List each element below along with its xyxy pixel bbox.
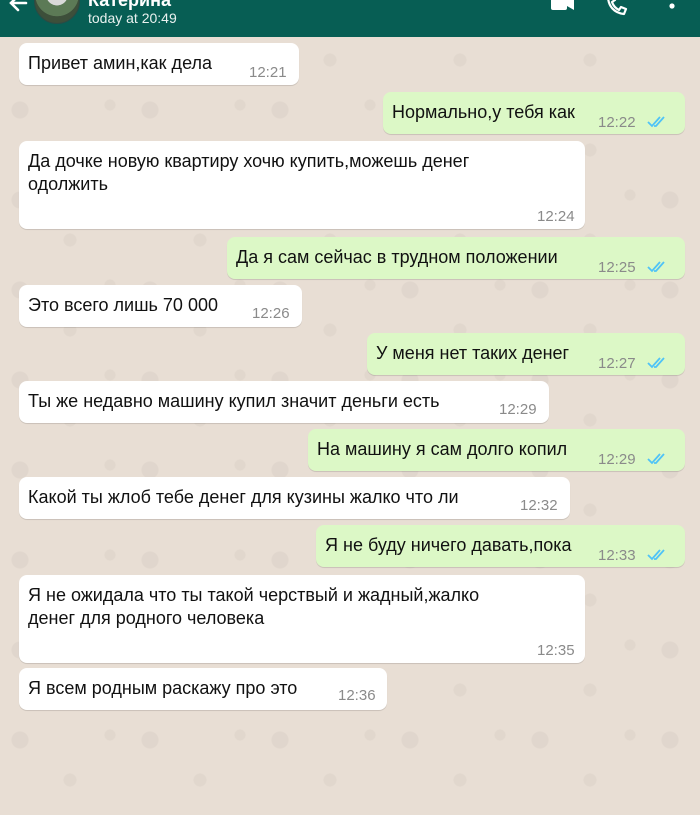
message-bubble-incoming[interactable]: Я всем родным раскажу про это 12:36 (19, 668, 387, 710)
message-bubble-outgoing[interactable]: Да я сам сейчас в трудном положении 12:2… (227, 237, 685, 279)
video-call-icon[interactable] (548, 0, 576, 22)
message-time: 12:24 (537, 208, 575, 225)
message-bubble-outgoing[interactable]: Я не буду ничего давать,пока 12:33 (316, 525, 685, 567)
chat-header: Катерина today at 20:49 (0, 0, 700, 37)
message-time: 12:29 (499, 401, 537, 418)
message-text: На машину я сам долго копил (317, 439, 568, 459)
message-text: Это всего лишь 70 000 (28, 295, 218, 315)
back-arrow-icon[interactable] (4, 0, 34, 18)
message-text: Я не буду ничего давать,пока (325, 535, 572, 555)
message-time: 12:35 (537, 642, 575, 659)
message-bubble-outgoing[interactable]: У меня нет таких денег 12:27 (367, 333, 685, 375)
message-text: Да дочке новую квартиру хочю купить,може… (28, 151, 470, 194)
read-receipt-icon (647, 116, 665, 128)
message-bubble-incoming[interactable]: Привет амин,как дела 12:21 (19, 43, 299, 85)
read-receipt-icon (647, 453, 665, 465)
read-receipt-icon (647, 357, 665, 369)
message-text: У меня нет таких денег (376, 343, 570, 363)
last-seen-status: today at 20:49 (88, 10, 177, 26)
message-text: Да я сам сейчас в трудном положении (236, 247, 558, 267)
message-text: Ты же недавно машину купил значит деньги… (28, 391, 440, 411)
message-time: 12:22 (598, 114, 636, 131)
message-time: 12:32 (520, 497, 558, 514)
message-bubble-incoming[interactable]: Да дочке новую квартиру хочю купить,може… (19, 141, 585, 229)
more-vert-icon[interactable] (658, 0, 686, 22)
message-time: 12:33 (598, 547, 636, 564)
message-bubble-incoming[interactable]: Это всего лишь 70 000 12:26 (19, 285, 302, 327)
message-bubble-incoming[interactable]: Какой ты жлоб тебе денег для кузины жалк… (19, 477, 570, 519)
phone-icon[interactable] (602, 0, 630, 22)
message-bubble-outgoing[interactable]: На машину я сам долго копил 12:29 (308, 429, 685, 471)
message-bubble-outgoing[interactable]: Нормально,у тебя как 12:22 (383, 92, 685, 134)
message-text: Я всем родным раскажу про это (28, 678, 298, 698)
message-time: 12:29 (598, 451, 636, 468)
message-time: 12:36 (338, 687, 376, 704)
avatar[interactable] (34, 0, 80, 24)
message-text: Какой ты жлоб тебе денег для кузины жалк… (28, 487, 459, 507)
read-receipt-icon (647, 261, 665, 273)
message-time: 12:26 (252, 305, 290, 322)
message-bubble-incoming[interactable]: Ты же недавно машину купил значит деньги… (19, 381, 549, 423)
message-text: Привет амин,как дела (28, 53, 212, 73)
message-text: Нормально,у тебя как (392, 102, 575, 122)
read-receipt-icon (647, 549, 665, 561)
message-bubble-incoming[interactable]: Я не ожидала что ты такой черствый и жад… (19, 575, 585, 663)
message-time: 12:25 (598, 259, 636, 276)
message-time: 12:21 (249, 64, 287, 81)
message-time: 12:27 (598, 355, 636, 372)
message-text: Я не ожидала что ты такой черствый и жад… (28, 585, 480, 628)
